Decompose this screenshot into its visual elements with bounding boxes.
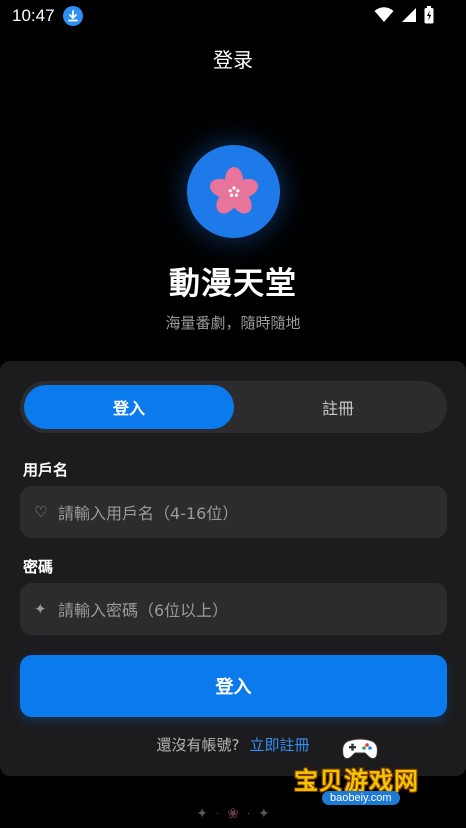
- status-time: 10:47: [12, 6, 55, 25]
- no-account-text: 還沒有帳號?: [156, 736, 240, 754]
- auth-tab-switcher: 登入 註冊: [20, 381, 447, 433]
- wifi-icon: [374, 7, 394, 27]
- watermark: 宝贝游戏网 baobeiy.com: [288, 733, 438, 813]
- status-icons: [374, 6, 434, 28]
- sparkle-icon: ✦: [258, 806, 270, 822]
- app-name: 動漫天堂: [169, 266, 297, 302]
- heart-icon: ♡: [34, 503, 48, 521]
- gamepad-icon: [342, 738, 378, 760]
- password-placeholder: 請輸入密碼（6位以上）: [58, 601, 229, 620]
- watermark-url: baobeiy.com: [322, 791, 400, 805]
- username-label: 用戶名: [23, 461, 69, 479]
- sparkle-icon: ✦: [34, 600, 47, 618]
- flower-icon: ❀: [227, 806, 239, 822]
- login-submit-button[interactable]: 登入: [20, 655, 447, 717]
- signal-icon: [401, 7, 417, 27]
- sakura-icon: [209, 166, 258, 213]
- app-tagline: 海量番劇，隨時隨地: [165, 314, 301, 332]
- dot-separator: ·: [215, 808, 220, 820]
- username-field[interactable]: ♡ 請輸入用戶名（4-16位）: [20, 486, 447, 538]
- download-icon: [62, 6, 83, 26]
- page-title: 登录: [213, 48, 253, 72]
- tab-login[interactable]: 登入: [24, 385, 234, 429]
- sparkle-icon: ✦: [196, 806, 208, 822]
- app-logo: [187, 145, 280, 238]
- password-field[interactable]: ✦ 請輸入密碼（6位以上）: [20, 583, 447, 635]
- battery-icon: [424, 6, 434, 28]
- status-bar: 10:47: [0, 0, 466, 32]
- dot-separator: ·: [246, 808, 251, 820]
- tab-register[interactable]: 註冊: [233, 385, 443, 429]
- login-card: 登入 註冊 用戶名 ♡ 請輸入用戶名（4-16位） 密碼 ✦ 請輸入密碼（6位以…: [0, 361, 466, 776]
- username-placeholder: 請輸入用戶名（4-16位）: [58, 504, 239, 523]
- password-label: 密碼: [23, 558, 54, 576]
